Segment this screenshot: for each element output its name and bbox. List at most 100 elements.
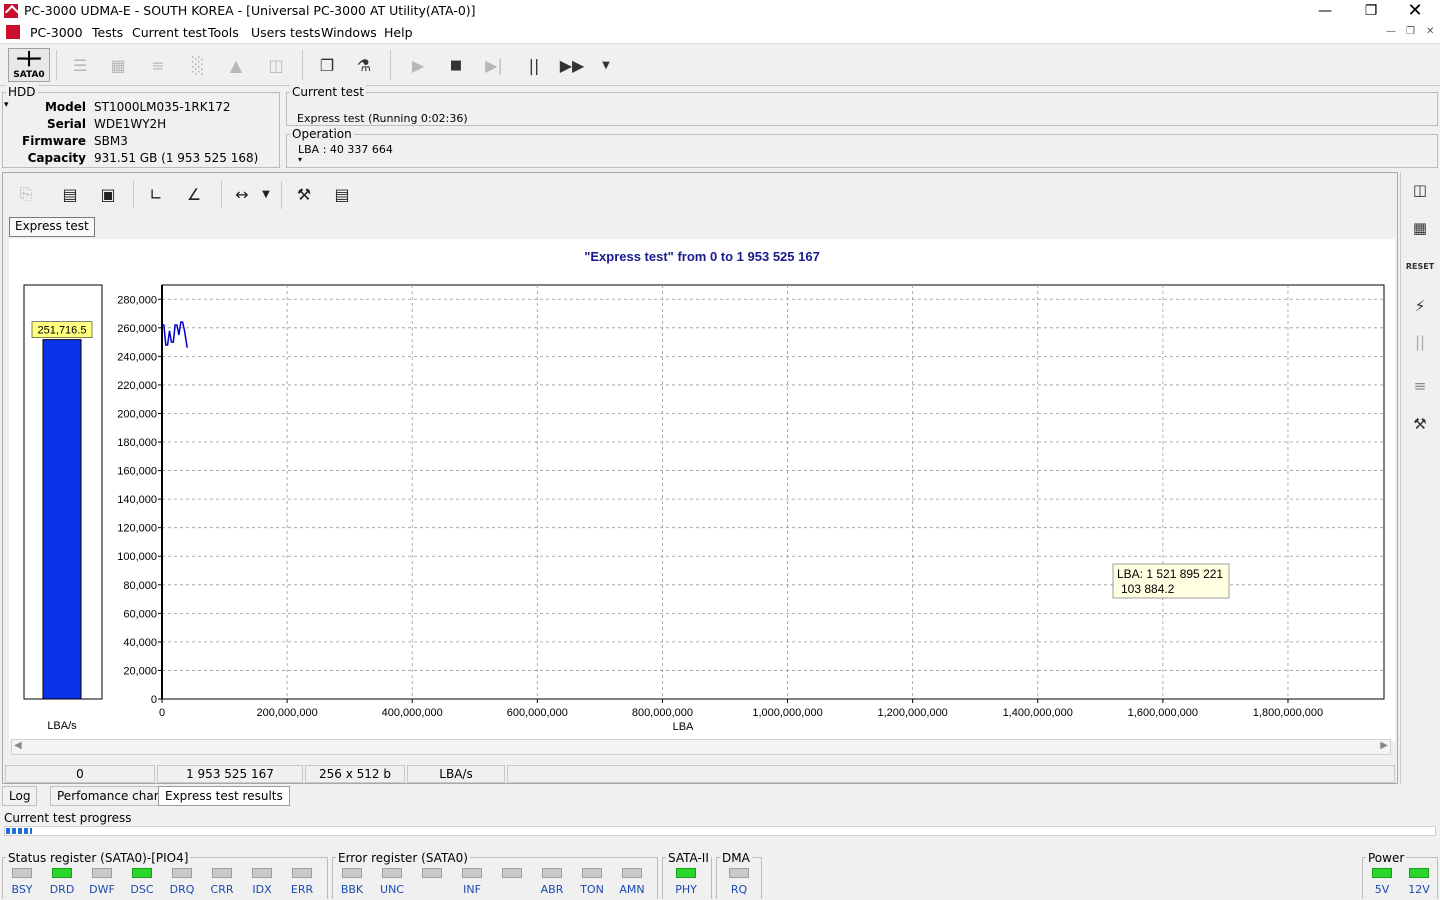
operation-dropdown-icon[interactable]: ▾ — [298, 155, 302, 164]
led-label: INF — [463, 883, 481, 896]
scroll-right-icon[interactable]: ▶ — [1380, 740, 1388, 751]
tab-express-test-results[interactable]: Express test results — [158, 786, 290, 806]
drive-icon[interactable]: ◫ — [260, 49, 292, 81]
heads-icon[interactable]: ☰ — [64, 49, 96, 81]
board-icon[interactable]: ▦ — [1406, 214, 1434, 242]
x-tick-label: 800,000,000 — [632, 707, 693, 719]
save-icon[interactable]: ▤ — [55, 179, 85, 209]
list-icon[interactable]: ≡ — [1406, 372, 1434, 400]
progress-bar — [4, 826, 1436, 836]
power-title: Power — [1366, 851, 1407, 865]
led-label: BSY — [11, 883, 33, 896]
fast-forward-icon[interactable]: ▶▶ — [556, 49, 588, 81]
status-block-size: 256 x 512 b — [305, 765, 405, 783]
y-tick-label: 260,000 — [117, 323, 157, 335]
led-idx — [252, 868, 272, 878]
plot-frame — [161, 284, 1385, 700]
sata-port-label: SATA0 — [13, 70, 45, 80]
tab-performance-chart[interactable]: Perfomance chart — [50, 786, 171, 806]
tooltip-value: 103 884.2 — [1121, 582, 1175, 596]
progress-label: Current test progress — [4, 811, 132, 825]
x-tick-label: 1,800,000,000 — [1253, 707, 1323, 719]
menu-bar: PC-3000 Tests Current test Tools Users t… — [0, 22, 1440, 44]
led-ton — [582, 868, 602, 878]
bar-chart-icon[interactable]: ░ — [182, 49, 214, 81]
sata2-title: SATA-II — [666, 851, 711, 865]
led-label: IDX — [252, 883, 272, 896]
tooltip-lba: LBA: 1 521 895 221 — [1117, 567, 1223, 581]
x-tick-label: 400,000,000 — [382, 707, 443, 719]
minimize-icon[interactable]: — — [1302, 0, 1348, 22]
connector-icon[interactable]: ◫ — [1406, 176, 1434, 204]
mdi-close-icon[interactable]: ✕ — [1426, 26, 1434, 37]
menu-tools[interactable]: Tools — [208, 25, 239, 40]
horizontal-scrollbar[interactable]: ◀ ▶ — [11, 739, 1391, 755]
led-label: UNC — [380, 883, 404, 896]
restore-icon[interactable]: ❐ — [1348, 0, 1394, 22]
chart-fall-icon[interactable]: ∠ — [179, 179, 209, 209]
y-tick-label: 180,000 — [117, 437, 157, 449]
hdd-capacity: 931.51 GB (1 953 525 168) — [94, 151, 259, 165]
gauge-bar — [42, 339, 82, 700]
led-reserved — [422, 868, 442, 878]
dropdown-arrow-icon[interactable]: ▼ — [590, 49, 622, 81]
platters-icon[interactable]: ▦ — [102, 49, 134, 81]
step-icon[interactable]: ▶| — [478, 49, 510, 81]
x-axis-label: LBA — [673, 721, 694, 733]
tab-log[interactable]: Log — [2, 786, 38, 806]
led-bbk — [342, 868, 362, 878]
menu-current-test[interactable]: Current test — [132, 25, 207, 40]
led-rq — [729, 868, 749, 878]
pause-side-icon[interactable]: || — [1406, 328, 1434, 356]
reset-icon[interactable]: RESET — [1406, 252, 1434, 280]
save-as-icon[interactable]: ▣ — [93, 179, 123, 209]
mdi-restore-icon[interactable]: ❐ — [1406, 26, 1415, 37]
y-tick-label: 60,000 — [123, 608, 157, 620]
led-label: DWF — [89, 883, 115, 896]
hdd-serial: WDE1WY2H — [94, 117, 167, 131]
close-icon[interactable]: ✕ — [1392, 0, 1438, 22]
menu-pc3000[interactable]: PC-3000 — [30, 25, 83, 40]
mdi-child-icon[interactable] — [6, 25, 20, 39]
pause-icon[interactable]: || — [518, 49, 550, 81]
toolbar-separator — [281, 181, 282, 209]
x-tick-label: 1,400,000,000 — [1003, 707, 1073, 719]
settings-tools-icon[interactable]: ⚒ — [289, 179, 319, 209]
window-title: PC-3000 UDMA-E - SOUTH KOREA - [Universa… — [24, 3, 476, 18]
range-dropdown-icon[interactable]: ▼ — [259, 179, 273, 209]
menu-tests[interactable]: Tests — [92, 25, 123, 40]
led-amn — [622, 868, 642, 878]
stop-icon[interactable]: ■ — [440, 49, 472, 81]
led-label: ABR — [540, 883, 564, 896]
menu-windows[interactable]: Windows — [321, 25, 377, 40]
scroll-left-icon[interactable]: ◀ — [14, 740, 22, 751]
run-man-icon[interactable]: ⚗ — [348, 49, 380, 81]
chart-rise-icon[interactable]: ∟ — [141, 179, 171, 209]
dma-title: DMA — [720, 851, 752, 865]
windows-cascade-icon[interactable]: ❐ — [311, 49, 343, 81]
sata-port-button[interactable]: ━╋━ SATA0 — [8, 48, 50, 82]
mdi-minimize-icon[interactable]: — — [1386, 26, 1396, 37]
menu-users-tests[interactable]: Users tests — [251, 25, 321, 40]
antenna-icon[interactable]: ▲ — [220, 49, 252, 81]
led-inf — [462, 868, 482, 878]
range-icon[interactable]: ↔ — [227, 179, 257, 209]
led-label: CRR — [210, 883, 234, 896]
tab-express-test[interactable]: Express test — [9, 217, 95, 237]
y-tick-label: 220,000 — [117, 380, 157, 392]
report-icon[interactable]: ▤ — [327, 179, 357, 209]
play-icon[interactable]: ▶ — [402, 49, 434, 81]
power-switch-icon[interactable]: ⚡ — [1406, 292, 1434, 320]
menu-help[interactable]: Help — [384, 25, 413, 40]
y-tick-label: 100,000 — [117, 551, 157, 563]
led-label: ERR — [290, 883, 314, 896]
gauge-value-label: 251,716.5 — [38, 325, 87, 337]
chart-panel: "Express test" from 0 to 1 953 525 167 25… — [9, 239, 1395, 741]
x-tick-label: 1,600,000,000 — [1128, 707, 1198, 719]
tools-icon[interactable]: ⚒ — [1406, 410, 1434, 438]
export-icon[interactable]: ⎘ — [11, 179, 41, 209]
tracks-icon[interactable]: ≡ — [142, 49, 174, 81]
status-register-title: Status register (SATA0)-[PIO4] — [6, 851, 191, 865]
led-label: PHY — [675, 883, 697, 896]
sata-connector-icon: ━╋━ — [17, 52, 41, 67]
